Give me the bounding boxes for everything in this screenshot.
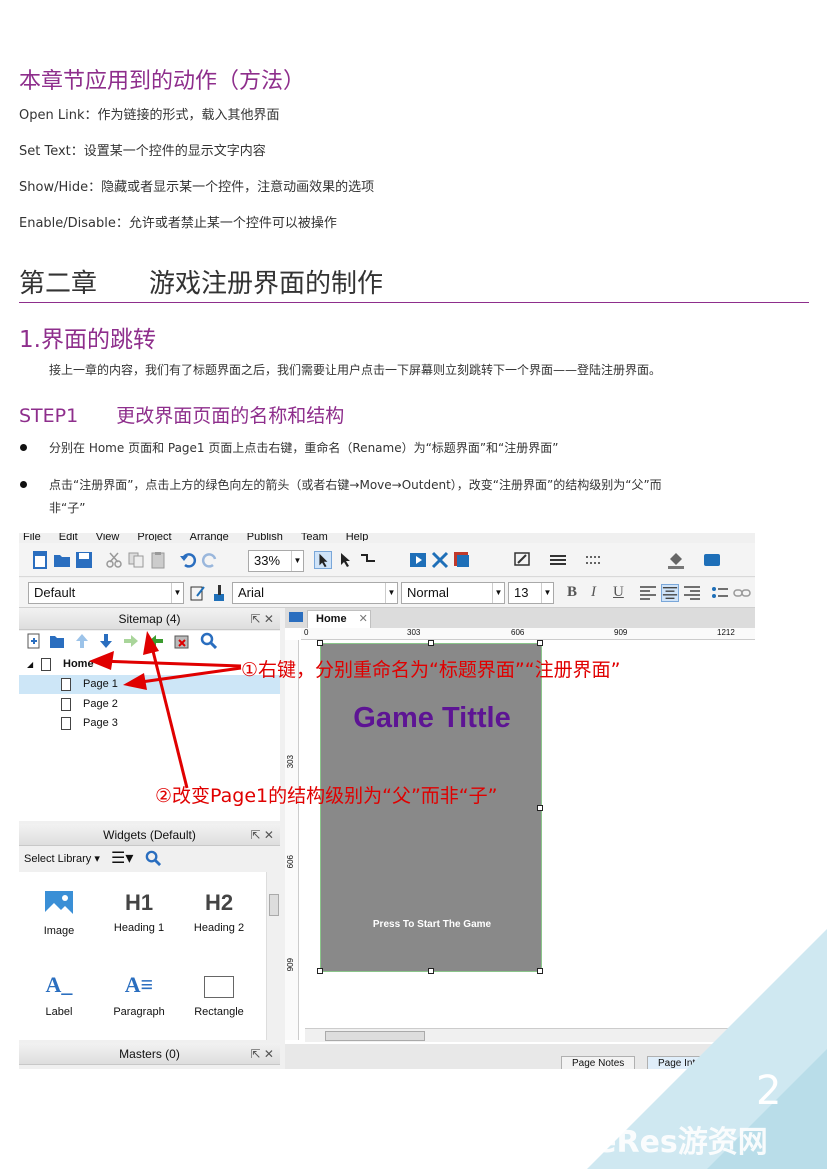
bullet-outdent: 点击“注册界面”，点击上方的绿色向左的箭头（或者右键→Move→Outdent）… bbox=[49, 478, 662, 492]
bullet-dot bbox=[20, 481, 27, 488]
action-open-link: Open Link：作为链接的形式，载入其他界面 bbox=[19, 108, 280, 123]
annotation-rename: ①右键，分别重命名为“标题界面”“注册界面” bbox=[241, 659, 621, 681]
chapter-title: 第二章 游戏注册界面的制作 bbox=[19, 269, 384, 299]
watermark: GameRes游资网 bbox=[520, 1125, 768, 1160]
intro-paragraph: 接上一章的内容，我们有了标题界面之后，我们需要让用户点击一下屏幕则立刻跳转下一个… bbox=[49, 363, 662, 377]
action-set-text: Set Text：设置某一个控件的显示文字内容 bbox=[19, 144, 266, 159]
bullet-dot bbox=[20, 444, 27, 451]
chapter-rule bbox=[19, 302, 809, 303]
action-enable-disable: Enable/Disable：允许或者禁止某一个控件可以被操作 bbox=[19, 216, 337, 231]
page-number: 2 bbox=[756, 1068, 782, 1114]
subsection-title: 1.界面的跳转 bbox=[19, 327, 156, 353]
bullet-outdent-cont: 非“子” bbox=[49, 501, 86, 515]
action-show-hide: Show/Hide：隐藏或者显示某一个控件，注意动画效果的选项 bbox=[19, 180, 375, 195]
annotation-outdent: ②改变Page1的结构级别为“父”而非“子” bbox=[155, 785, 498, 807]
section-title: 本章节应用到的动作（方法） bbox=[19, 69, 306, 94]
bullet-rename: 分别在 Home 页面和 Page1 页面上点击右键，重命名（Rename）为“… bbox=[49, 441, 559, 455]
step-title: STEP1 更改界面页面的名称和结构 bbox=[19, 405, 345, 427]
